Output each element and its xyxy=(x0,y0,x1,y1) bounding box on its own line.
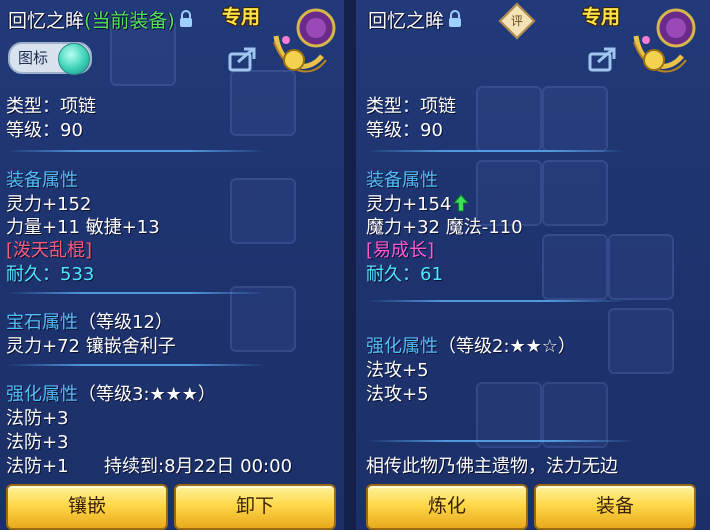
necklace-icon[interactable] xyxy=(266,6,342,82)
bg-inventory-cell xyxy=(542,234,608,300)
gem-level: （等级12） xyxy=(78,312,173,333)
item-level: 等级：90 xyxy=(6,120,83,141)
exclusive-label: 专用 xyxy=(582,6,621,28)
section-divider xyxy=(6,292,266,294)
share-icon[interactable] xyxy=(228,46,258,72)
section-divider xyxy=(366,440,636,442)
item-level: 等级：90 xyxy=(366,120,443,141)
bg-inventory-cell xyxy=(230,178,296,244)
bg-inventory-cell xyxy=(476,382,542,448)
bg-inventory-cell xyxy=(230,286,296,352)
equip-attr-value: 灵力+154 xyxy=(366,194,452,215)
durability: 耐久：61 xyxy=(366,260,443,286)
rating-badge-label: 评 xyxy=(510,14,523,28)
equipped-item-panel: 回忆之眸(当前装备) 专用 图标 类型：项链 等级：90 装备属性 灵力+152… xyxy=(0,0,346,530)
exclusive-label: 专用 xyxy=(222,6,261,28)
durability-text: 耐久：533 xyxy=(6,264,95,285)
rating-badge[interactable]: 评 xyxy=(498,2,536,40)
enhance-attr-heading: 强化属性（等级3:★★★） xyxy=(6,380,216,406)
item-lore: 相传此物乃佛主遗物，法力无边 xyxy=(366,456,618,477)
gem-attr-header: 宝石属性 xyxy=(6,312,78,333)
enhance-line: 法防+3 xyxy=(6,408,69,429)
bg-inventory-cell xyxy=(542,86,608,152)
special-skill-tag: [泼天乱棍] xyxy=(6,240,93,261)
section-divider xyxy=(6,150,266,152)
lock-icon xyxy=(448,10,462,33)
item-name: 回忆之眸 xyxy=(8,10,85,32)
necklace-icon[interactable] xyxy=(626,6,702,82)
bg-inventory-cell xyxy=(542,160,608,226)
equipped-status: (当前装备) xyxy=(84,10,175,32)
enhance-level: （等级3:★★★） xyxy=(78,384,216,405)
item-name: 回忆之眸 xyxy=(368,10,445,32)
bg-inventory-cell xyxy=(542,382,608,448)
toggle-knob-icon xyxy=(58,43,90,75)
enhance-line: 法防+1 xyxy=(6,456,69,477)
enhance-line: 法防+3 xyxy=(6,432,69,453)
enhance-attr-heading: 强化属性（等级2:★★☆） xyxy=(366,332,576,358)
bg-inventory-cell xyxy=(476,86,542,152)
section-divider xyxy=(366,150,626,152)
share-icon[interactable] xyxy=(588,46,618,72)
enhance-attr-header: 强化属性 xyxy=(366,336,438,357)
item-title: 回忆之眸(当前装备) xyxy=(8,6,193,33)
equip-attr-header: 装备属性 xyxy=(366,170,438,191)
unequip-button[interactable]: 卸下 xyxy=(174,484,336,530)
durability-text: 耐久：61 xyxy=(366,264,443,285)
refine-button[interactable]: 炼化 xyxy=(366,484,528,530)
item-type: 类型：项链 xyxy=(366,96,456,117)
icon-toggle[interactable]: 图标 xyxy=(8,42,92,75)
inlay-button[interactable]: 镶嵌 xyxy=(6,484,168,530)
bg-inventory-cell xyxy=(608,234,674,300)
enhance-attr-header: 强化属性 xyxy=(6,384,78,405)
lock-icon xyxy=(179,10,193,33)
item-type: 类型：项链 xyxy=(6,96,96,117)
enhance-line: 法攻+5 xyxy=(366,384,429,405)
compare-item-panel: 回忆之眸 评 专用 类型：项链 等级：90 装备属性 灵力+154 魔力+32 … xyxy=(356,0,710,530)
enhance-line: 法攻+5 xyxy=(366,360,429,381)
special-skill-tag: [易成长] xyxy=(366,240,435,261)
enhance-level: （等级2:★★☆） xyxy=(438,336,576,357)
section-divider xyxy=(6,364,266,366)
durability: 耐久：533 xyxy=(6,260,94,286)
gem-attr-heading: 宝石属性（等级12） xyxy=(6,308,173,334)
enhance-duration: 持续到:8月22日 00:00 xyxy=(104,456,293,477)
bg-inventory-cell xyxy=(608,308,674,374)
section-divider xyxy=(366,300,626,302)
gem-effect: 灵力+72 镶嵌舍利子 xyxy=(6,336,176,357)
item-title: 回忆之眸 xyxy=(368,6,462,33)
icon-toggle-label: 图标 xyxy=(18,49,49,67)
equip-attr-header: 装备属性 xyxy=(6,170,78,191)
equip-button[interactable]: 装备 xyxy=(534,484,696,530)
panel-gap xyxy=(344,0,356,530)
